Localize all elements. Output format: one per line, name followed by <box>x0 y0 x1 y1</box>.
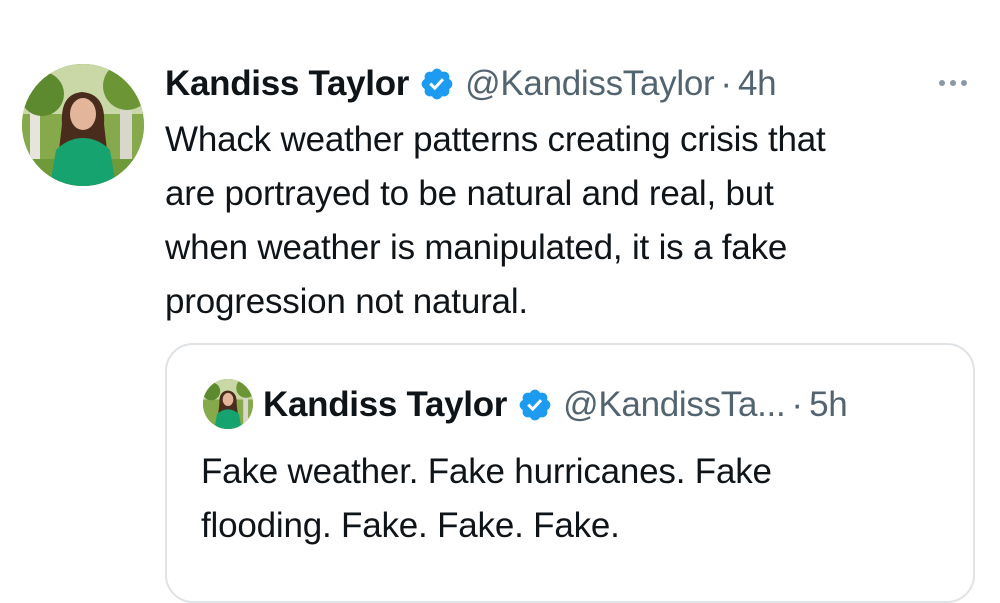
tweet-text-line: when weather is manipulated, it is a fak… <box>165 228 788 267</box>
tweet-text: Whack weather patterns creating crisis t… <box>165 113 975 329</box>
quoted-tweet-text: Fake weather. Fake hurricanes. Fake floo… <box>201 445 941 553</box>
separator-dot: · <box>791 385 804 424</box>
verified-badge-icon <box>517 387 553 423</box>
tweet-header: Kandiss Taylor @KandissTaylor · 4h <box>165 60 777 108</box>
author-handle[interactable]: @KandissTaylor <box>465 64 715 104</box>
avatar-image <box>22 64 144 186</box>
quoted-text-line: Fake weather. Fake hurricanes. Fake <box>201 452 772 491</box>
separator-dot: · <box>720 64 732 103</box>
tweet-timestamp[interactable]: 4h <box>738 64 777 104</box>
more-horizontal-icon[interactable] <box>928 68 978 98</box>
tweet-text-line: Whack weather patterns creating crisis t… <box>165 120 826 159</box>
quoted-avatar-image <box>203 379 253 429</box>
verified-badge-icon <box>419 66 455 102</box>
author-avatar[interactable] <box>22 64 144 186</box>
quoted-author-avatar[interactable] <box>203 379 253 429</box>
tweet-text-line: progression not natural. <box>165 282 528 321</box>
quoted-text-line: flooding. Fake. Fake. Fake. <box>201 506 620 545</box>
author-name[interactable]: Kandiss Taylor <box>165 64 409 104</box>
quoted-tweet-header: Kandiss Taylor @KandissTa... · 5h <box>263 381 848 429</box>
tweet-text-line: are portrayed to be natural and real, bu… <box>165 174 774 213</box>
quoted-tweet-timestamp[interactable]: 5h <box>809 385 848 425</box>
quoted-author-handle[interactable]: @KandissTa... <box>563 385 786 425</box>
quoted-tweet-card[interactable]: Kandiss Taylor @KandissTa... · 5h Fake w… <box>165 343 975 603</box>
quoted-author-name[interactable]: Kandiss Taylor <box>263 385 507 425</box>
tweet[interactable]: Kandiss Taylor @KandissTaylor · 4h Whack… <box>0 0 1000 603</box>
